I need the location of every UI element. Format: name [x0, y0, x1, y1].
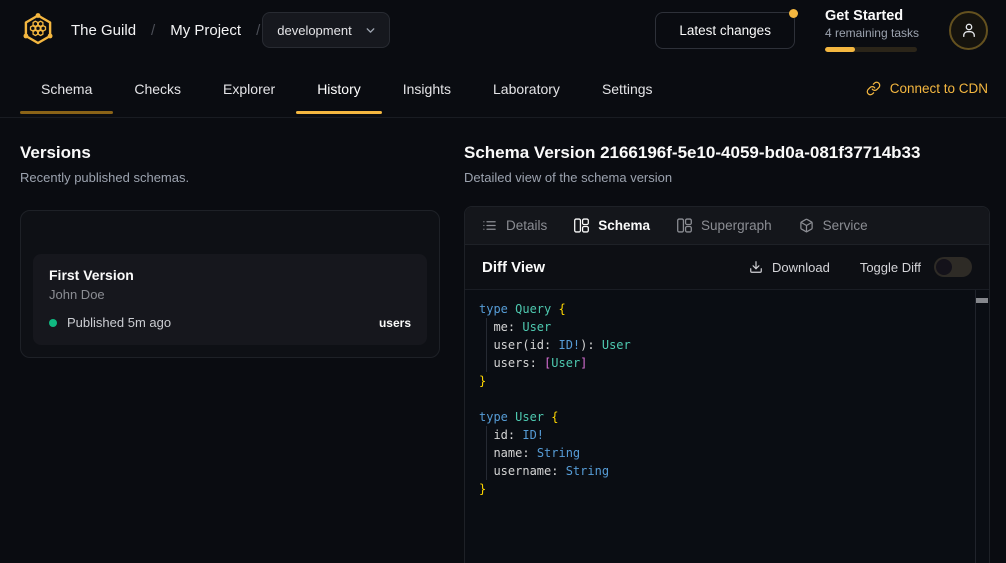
- page-content: Versions Recently published schemas. Fir…: [0, 118, 1006, 563]
- code-scrollbar-track[interactable]: [975, 290, 989, 563]
- user-avatar[interactable]: [949, 11, 988, 50]
- code-content: type Query { me: User user(id: ID!): Use…: [479, 300, 969, 498]
- target-dropdown-value: development: [277, 23, 351, 38]
- nav-tab-laboratory[interactable]: Laboratory: [472, 60, 581, 117]
- connect-to-cdn-link[interactable]: Connect to CDN: [866, 81, 990, 96]
- hive-logo-icon[interactable]: [20, 13, 56, 47]
- latest-changes-button[interactable]: Latest changes: [655, 12, 795, 49]
- version-author: John Doe: [49, 287, 411, 302]
- nav-tab-insights[interactable]: Insights: [382, 60, 472, 117]
- link-icon: [866, 81, 881, 96]
- columns-icon: [574, 218, 589, 233]
- version-name: First Version: [49, 267, 411, 283]
- tab-supergraph[interactable]: Supergraph: [677, 218, 772, 233]
- diff-view-title: Diff View: [482, 259, 545, 276]
- nav-tabs: Schema Checks Explorer History Insights …: [20, 60, 674, 117]
- connect-to-cdn-label: Connect to CDN: [890, 81, 988, 96]
- download-label: Download: [772, 260, 830, 275]
- get-started-widget[interactable]: Get Started 4 remaining tasks: [825, 8, 919, 52]
- version-list-item[interactable]: First Version John Doe Published 5m ago …: [33, 254, 427, 345]
- tab-service[interactable]: Service: [799, 218, 868, 233]
- user-icon: [960, 21, 978, 39]
- version-status-text: Published 5m ago: [67, 315, 171, 330]
- version-status-row: Published 5m ago users: [49, 315, 411, 330]
- header-right: Latest changes Get Started 4 remaining t…: [655, 8, 988, 52]
- target-navbar: Schema Checks Explorer History Insights …: [0, 60, 1006, 118]
- breadcrumb-separator: /: [256, 22, 260, 39]
- target-dropdown[interactable]: development: [262, 12, 389, 48]
- box-icon: [799, 218, 814, 233]
- breadcrumb-project[interactable]: My Project: [170, 22, 241, 39]
- version-detail-panel: Schema Version 2166196f-5e10-4059-bd0a-0…: [464, 118, 1006, 563]
- toggle-diff-switch[interactable]: [934, 257, 972, 277]
- download-button[interactable]: Download: [749, 260, 830, 275]
- get-started-subtitle: 4 remaining tasks: [825, 26, 919, 40]
- version-service-tag: users: [379, 316, 411, 330]
- toggle-diff-label: Toggle Diff: [860, 260, 921, 275]
- breadcrumb-org[interactable]: The Guild: [71, 22, 136, 39]
- diff-toolbar-actions: Download Toggle Diff: [749, 257, 972, 277]
- nav-tab-schema[interactable]: Schema: [20, 60, 113, 117]
- schema-detail-card: Details Schema: [464, 206, 990, 563]
- toggle-diff-control: Toggle Diff: [860, 257, 972, 277]
- list-icon: [482, 218, 497, 233]
- columns-icon: [677, 218, 692, 233]
- get-started-title: Get Started: [825, 8, 919, 24]
- download-icon: [749, 260, 763, 274]
- get-started-progress-fill: [825, 47, 855, 52]
- versions-subtitle: Recently published schemas.: [20, 170, 440, 185]
- nav-tab-checks[interactable]: Checks: [113, 60, 202, 117]
- published-status-dot: [49, 319, 57, 327]
- chevron-down-icon: [364, 24, 377, 37]
- detail-tabs: Details Schema: [465, 207, 989, 245]
- version-detail-subtitle: Detailed view of the schema version: [464, 170, 990, 185]
- toggle-knob: [936, 259, 952, 275]
- versions-panel: Versions Recently published schemas. Fir…: [0, 118, 464, 563]
- schema-code-viewer[interactable]: type Query { me: User user(id: ID!): Use…: [465, 290, 989, 563]
- tab-details[interactable]: Details: [482, 218, 547, 233]
- versions-title: Versions: [20, 143, 440, 163]
- breadcrumb: The Guild / My Project /: [71, 22, 260, 39]
- breadcrumb-separator: /: [151, 22, 155, 39]
- notification-dot: [789, 9, 798, 18]
- versions-card: First Version John Doe Published 5m ago …: [20, 210, 440, 358]
- code-scrollbar-thumb[interactable]: [976, 298, 988, 303]
- latest-changes-label: Latest changes: [679, 23, 771, 38]
- app-header: The Guild / My Project / development Lat…: [0, 0, 1006, 60]
- get-started-progress-bar: [825, 47, 917, 52]
- nav-tab-history[interactable]: History: [296, 60, 382, 117]
- tab-schema[interactable]: Schema: [574, 218, 650, 233]
- nav-tab-settings[interactable]: Settings: [581, 60, 674, 117]
- version-detail-title: Schema Version 2166196f-5e10-4059-bd0a-0…: [464, 143, 990, 163]
- diff-toolbar: Diff View Download Toggle Diff: [465, 245, 989, 290]
- nav-tab-explorer[interactable]: Explorer: [202, 60, 296, 117]
